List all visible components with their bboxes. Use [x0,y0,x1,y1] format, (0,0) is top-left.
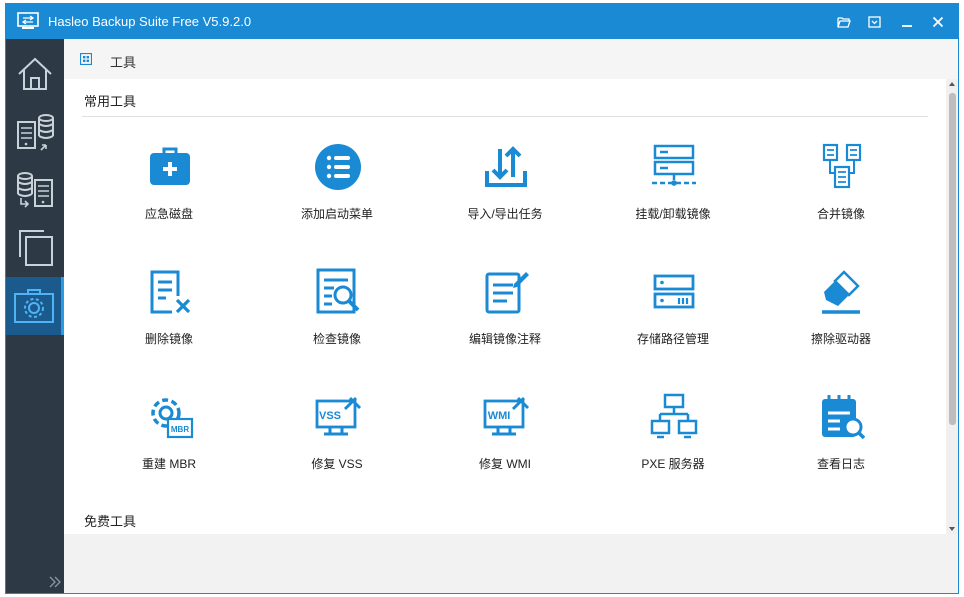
svg-text:VSS: VSS [319,410,341,422]
folder-open-icon[interactable] [834,12,854,32]
sidebar-item-clone[interactable] [6,219,64,277]
app-window: Hasleo Backup Suite Free V5.9.2.0 工具 常用工… [5,3,959,594]
svg-text:MBR: MBR [171,425,189,434]
repair-vss-icon: VSS [315,396,362,436]
tool-check-image[interactable]: 检查镜像 [252,268,422,378]
delete-image-icon [150,270,191,314]
tool-label: 应急磁盘 [144,207,193,221]
sidebar [6,39,64,593]
tool-label: 挂载/卸载镜像 [635,207,711,221]
tool-storage-path[interactable]: 存储路径管理 [588,268,758,378]
svg-text:WMI: WMI [488,410,511,422]
tool-emergency-disk[interactable]: 应急磁盘 [84,143,254,253]
tool-merge-image[interactable]: 合并镜像 [756,143,926,253]
tool-wipe-drive[interactable]: 擦除驱动器 [756,268,926,378]
tool-label: 合并镜像 [816,207,865,221]
edit-comment-icon [485,272,529,314]
scroll-up-icon[interactable] [949,81,955,87]
first-aid-kit-icon [150,147,190,185]
grid-icon [80,53,92,65]
tool-label: 存储路径管理 [636,332,709,346]
title-bar: Hasleo Backup Suite Free V5.9.2.0 [6,4,958,39]
scroll-down-icon[interactable] [949,526,955,532]
scroll-thumb[interactable] [949,93,956,425]
repair-wmi-icon: WMI [483,396,530,436]
tool-repair-wmi[interactable]: WMI 修复 WMI [420,393,590,503]
import-export-icon [485,146,527,187]
breadcrumb: 工具 [64,39,958,79]
tool-view-log[interactable]: 查看日志 [756,393,926,503]
mount-image-icon [652,144,696,186]
tool-label: 导入/导出任务 [467,207,543,221]
pxe-server-icon [650,393,698,439]
tool-label: 编辑镜像注释 [468,332,541,346]
main-panel: 工具 常用工具 应急磁盘 添加启动菜单 导入/导出任务 挂载/卸载镜像 合并镜像… [64,39,958,593]
rebuild-mbr-icon: MBR [151,398,194,439]
tool-rebuild-mbr[interactable]: MBR 重建 MBR [84,393,254,503]
home-icon [18,57,52,90]
tool-label: 擦除驱动器 [810,332,871,346]
double-chevron-right-icon[interactable] [48,575,62,589]
section-title-common: 常用工具 [84,94,137,109]
sidebar-item-tools[interactable] [6,277,64,335]
storage-path-icon [653,274,695,309]
clone-icon [19,230,53,266]
tool-delete-image[interactable]: 删除镜像 [84,268,254,378]
page-title: 工具 [110,55,137,70]
tool-add-boot-menu[interactable]: 添加启动菜单 [252,143,422,253]
tool-label: 查看日志 [816,457,865,471]
tools-icon [13,289,54,323]
tool-label: 检查镜像 [312,332,361,346]
minimize-icon[interactable] [897,12,917,32]
vertical-scrollbar[interactable] [946,79,958,534]
view-log-icon [822,395,866,440]
boot-menu-icon [315,144,361,190]
tool-label: 删除镜像 [144,332,193,346]
eraser-icon [822,270,860,314]
tool-mount-image[interactable]: 挂载/卸载镜像 [588,143,758,253]
tool-edit-comment[interactable]: 编辑镜像注释 [420,268,590,378]
menu-icon[interactable] [864,12,884,32]
sidebar-item-backup[interactable] [6,103,64,161]
tool-pxe-server[interactable]: PXE 服务器 [588,393,758,503]
tool-label: 修复 WMI [479,457,531,471]
tool-label: PXE 服务器 [641,457,705,471]
sidebar-item-home[interactable] [6,45,64,103]
tool-label: 修复 VSS [311,457,363,471]
merge-image-icon [822,143,862,189]
close-icon[interactable] [928,12,948,32]
tool-label: 添加启动菜单 [300,207,373,221]
window-title: Hasleo Backup Suite Free V5.9.2.0 [48,14,252,29]
tool-import-export[interactable]: 导入/导出任务 [420,143,590,253]
check-image-icon [316,268,360,314]
sidebar-item-restore[interactable] [6,161,64,219]
tool-repair-vss[interactable]: VSS 修复 VSS [252,393,422,503]
section-divider [82,116,928,117]
tool-label: 重建 MBR [141,457,196,471]
app-logo-icon [17,12,39,29]
backup-icon [17,114,54,151]
restore-icon [17,172,53,208]
section-title-free: 免费工具 [84,514,137,529]
tools-content: 常用工具 应急磁盘 添加启动菜单 导入/导出任务 挂载/卸载镜像 合并镜像 删除… [64,79,946,534]
